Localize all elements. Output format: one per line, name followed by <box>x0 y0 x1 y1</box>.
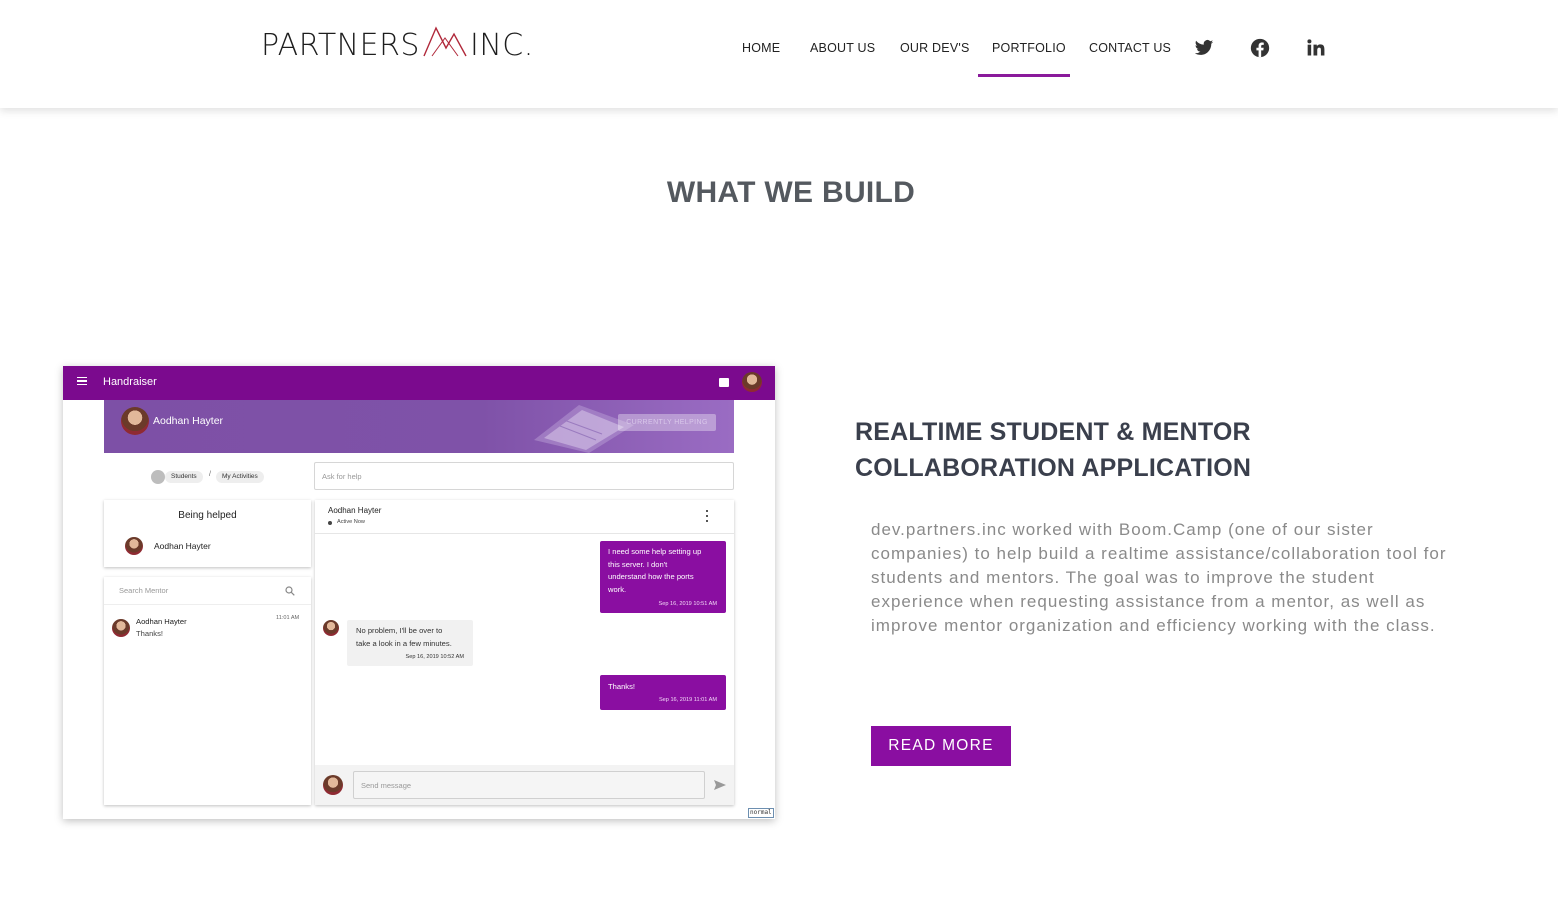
search-mentor-input[interactable]: Search Mentor <box>104 577 311 605</box>
ask-for-help-input[interactable]: Ask for help <box>314 462 734 490</box>
being-helped-avatar <box>125 537 143 555</box>
helping-banner: Aodhan Hayter CURRENTLY HELPING <box>104 400 734 453</box>
project-description: dev.partners.inc worked with Boom.Camp (… <box>871 520 1447 635</box>
composer-avatar <box>323 775 343 795</box>
list-time: 11:01 AM <box>276 615 300 621</box>
app-toolbar: Handraiser <box>63 366 775 400</box>
read-more-button[interactable]: READ MORE <box>871 726 1011 766</box>
message-bubble-sent: Thanks! Sep 16, 2019 11:01 AM <box>600 675 726 710</box>
facebook-icon[interactable] <box>1250 38 1270 58</box>
breadcrumb-activities[interactable]: My Activities <box>216 471 264 483</box>
status-dot <box>328 521 332 525</box>
message-bubble-received: No problem, I'll be over to take a look … <box>347 620 473 666</box>
send-message-input[interactable]: Send message <box>353 771 705 799</box>
message-bubble-sent: I need some help setting up this server.… <box>600 541 726 613</box>
being-helped-title: Being helped <box>178 510 237 521</box>
message-line: I need some help setting up <box>608 547 702 556</box>
linkedin-icon[interactable] <box>1306 38 1326 58</box>
nav-active-indicator <box>978 74 1070 77</box>
twitter-icon[interactable] <box>1194 38 1214 58</box>
chat-icon <box>719 378 729 387</box>
section-title: WHAT WE BUILD <box>666 176 916 209</box>
list-avatar <box>112 619 130 637</box>
message-time: Sep 16, 2019 10:51 AM <box>658 600 717 607</box>
message-line: work. <box>608 584 627 594</box>
menu-icon <box>77 377 87 385</box>
message-line: take a look in a few minutes. <box>356 638 452 648</box>
app-title: Handraiser <box>103 376 157 388</box>
project-screenshot: Handraiser Aodhan Hayter CURRENTLY HELPI… <box>63 366 775 819</box>
message-time: Sep 16, 2019 10:52 AM <box>405 653 464 660</box>
chat-name: Aodhan Hayter <box>328 506 382 515</box>
list-name: Aodhan Hayter <box>136 617 187 626</box>
corner-tag: normal <box>748 808 774 818</box>
site-header: PARTNERS INC. HOME ABOUT US OUR DEV'S PO… <box>0 0 1558 108</box>
composer: Send message <box>315 765 734 805</box>
currently-helping-badge[interactable]: CURRENTLY HELPING <box>618 414 716 431</box>
send-icon[interactable] <box>714 780 726 790</box>
nav-contact[interactable]: CONTACT US <box>1089 41 1171 55</box>
message-time: Sep 16, 2019 11:01 AM <box>658 696 717 703</box>
main-nav: HOME ABOUT US OUR DEV'S PORTFOLIO CONTAC… <box>0 0 1558 108</box>
message-line: understand how the ports <box>608 572 694 581</box>
project-title: REALTIME STUDENT & MENTOR COLLABORATION … <box>855 418 1252 482</box>
message-avatar <box>323 620 339 636</box>
nav-portfolio[interactable]: PORTFOLIO <box>992 41 1066 55</box>
message-line: No problem, I'll be over to <box>356 626 443 635</box>
nav-devs[interactable]: OUR DEV'S <box>900 41 969 55</box>
more-vert-icon[interactable] <box>706 510 708 522</box>
nav-home[interactable]: HOME <box>742 41 780 55</box>
being-helped-name: Aodhan Hayter <box>154 541 211 551</box>
toolbar-avatar <box>742 372 762 392</box>
banner-avatar <box>121 407 149 435</box>
list-item[interactable]: Aodhan Hayter Thanks! 11:01 AM <box>104 611 311 641</box>
nav-about[interactable]: ABOUT US <box>810 41 875 55</box>
being-helped-card: Being helped Aodhan Hayter <box>104 500 311 567</box>
chat-panel: Aodhan Hayter Active Now I need some hel… <box>315 500 734 805</box>
list-message: Thanks! <box>136 629 164 638</box>
chat-status: Active Now <box>337 519 365 525</box>
mentor-list-card: Search Mentor Aodhan Hayter Thanks! 11:0… <box>104 577 311 805</box>
message-line: this server. I don't <box>608 559 668 569</box>
breadcrumb-students[interactable]: Students <box>165 471 203 483</box>
chat-header: Aodhan Hayter Active Now <box>315 500 734 534</box>
search-icon[interactable] <box>285 586 295 596</box>
breadcrumb-separator: / <box>209 471 211 478</box>
students-icon <box>151 470 165 484</box>
banner-name: Aodhan Hayter <box>153 415 224 427</box>
message-line: Thanks! <box>608 682 636 691</box>
